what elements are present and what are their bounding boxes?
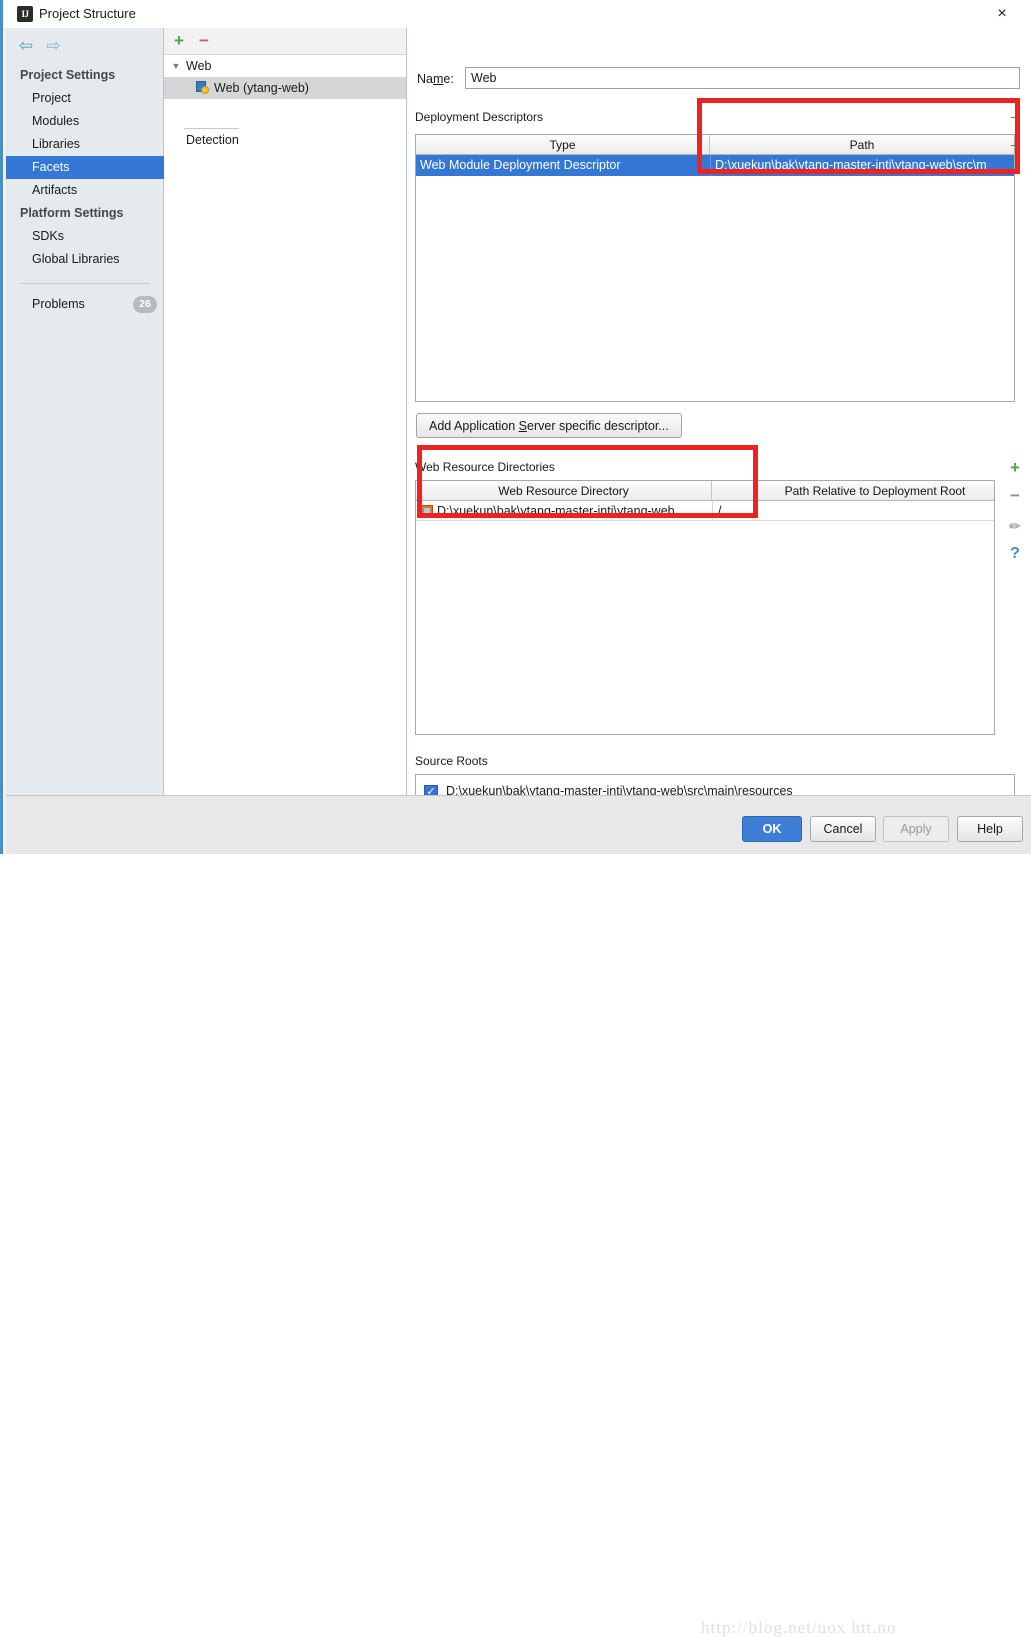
- intellij-app-icon: IJ: [17, 6, 33, 22]
- back-arrow-icon[interactable]: ⇦: [14, 35, 38, 57]
- table-row[interactable]: Web Module Deployment Descriptor D:\xuek…: [416, 155, 1014, 176]
- tree-label-web: Web: [186, 59, 212, 73]
- add-facet-icon[interactable]: +: [169, 31, 189, 51]
- facet-detail-panel: Name: Deployment Descriptors Type Path W…: [407, 28, 1031, 812]
- facet-tree-toolbar: + −: [164, 28, 406, 55]
- sidebar-item-modules[interactable]: Modules: [6, 110, 164, 133]
- cell-web-resource-directory: D:\xuekun\bak\ytang-master-intj\ytang-we…: [437, 504, 686, 518]
- deployment-table-side-buttons: − −: [1006, 110, 1026, 180]
- tree-row-web-group[interactable]: ▼ Web: [164, 55, 406, 77]
- sidebar-item-project[interactable]: Project: [6, 87, 164, 110]
- project-structure-dialog: IJ Project Structure × ⇦ ⇨ Project Setti…: [0, 0, 1031, 1637]
- window-title: Project Structure: [39, 6, 136, 21]
- problems-label: Problems: [32, 297, 85, 311]
- sidebar-item-libraries[interactable]: Libraries: [6, 133, 164, 156]
- sidebar-item-facets[interactable]: Facets: [6, 156, 164, 179]
- column-header-path-relative-to-deployment-root[interactable]: Path Relative to Deployment Root: [756, 481, 994, 501]
- remove-facet-icon[interactable]: −: [194, 31, 214, 51]
- cell-descriptor-type: Web Module Deployment Descriptor: [420, 158, 621, 172]
- sidebar-item-artifacts[interactable]: Artifacts: [6, 179, 164, 202]
- folder-icon: [421, 505, 433, 517]
- column-header-type[interactable]: Type: [416, 135, 710, 155]
- cell-relative-path: /: [712, 501, 756, 521]
- deployment-descriptors-label: Deployment Descriptors: [415, 110, 548, 124]
- sidebar-nav-arrows: ⇦ ⇨: [14, 35, 65, 57]
- sidebar-item-sdks[interactable]: SDKs: [6, 225, 164, 248]
- deployment-descriptors-table[interactable]: Type Path Web Module Deployment Descript…: [415, 134, 1015, 402]
- dialog-footer: http://blog.net/uox htt.no OK Cancel App…: [6, 795, 1031, 1637]
- column-header-web-resource-directory[interactable]: Web Resource Directory: [416, 481, 712, 501]
- name-field-label: Name:: [417, 72, 454, 86]
- source-roots-label: Source Roots: [415, 754, 492, 768]
- column-header-spacer[interactable]: [712, 481, 756, 501]
- tree-row-web-ytang-web[interactable]: Web (ytang-web): [164, 77, 406, 99]
- dd-side-button-2[interactable]: −: [1006, 138, 1022, 154]
- forward-arrow-icon[interactable]: ⇨: [41, 35, 65, 57]
- add-application-server-descriptor-button[interactable]: Add Application Server specific descript…: [416, 413, 682, 438]
- watermark-text: http://blog.net/uox htt.no: [701, 1618, 897, 1637]
- web-facet-icon: [196, 81, 210, 95]
- name-input[interactable]: [465, 67, 1020, 89]
- remove-resource-directory-icon[interactable]: −: [1003, 483, 1027, 509]
- table-row[interactable]: D:\xuekun\bak\ytang-master-intj\ytang-we…: [416, 501, 994, 521]
- sidebar-group-platform-settings: Platform Settings: [20, 206, 124, 220]
- help-button[interactable]: Help: [957, 816, 1023, 842]
- sidebar-group-project-settings: Project Settings: [20, 68, 116, 82]
- dd-side-button-1[interactable]: −: [1006, 110, 1022, 126]
- tree-label-web-ytang-web: Web (ytang-web): [214, 81, 309, 95]
- web-resource-directories-label: Web Resource Directories: [415, 460, 559, 474]
- close-icon[interactable]: ×: [981, 0, 1023, 28]
- sidebar-item-global-libraries[interactable]: Global Libraries: [6, 248, 164, 271]
- sidebar-divider: [20, 283, 150, 284]
- add-resource-directory-icon[interactable]: +: [1003, 455, 1027, 481]
- cell-descriptor-path: D:\xuekun\bak\ytang-master-intj\ytang-we…: [710, 155, 1012, 176]
- apply-button[interactable]: Apply: [883, 816, 949, 842]
- facet-tree-panel: + − ▼ Web Web (ytang-web) Detection: [164, 28, 407, 795]
- problems-count-badge: 26: [133, 296, 157, 313]
- help-question-icon[interactable]: ?: [1003, 541, 1027, 567]
- ok-button[interactable]: OK: [742, 816, 802, 842]
- chevron-down-icon[interactable]: ▼: [169, 55, 183, 77]
- column-header-path[interactable]: Path: [710, 135, 1014, 155]
- cancel-button[interactable]: Cancel: [810, 816, 876, 842]
- edit-pencil-icon[interactable]: ✏: [1003, 513, 1027, 539]
- sidebar-item-problems[interactable]: Problems 26: [6, 293, 164, 316]
- web-resource-directories-table[interactable]: Web Resource Directory Path Relative to …: [415, 480, 995, 735]
- title-bar: IJ Project Structure ×: [3, 0, 1031, 28]
- tree-row-detection[interactable]: Detection: [164, 129, 406, 151]
- settings-sidebar: ⇦ ⇨ Project Settings Project Modules Lib…: [6, 28, 164, 795]
